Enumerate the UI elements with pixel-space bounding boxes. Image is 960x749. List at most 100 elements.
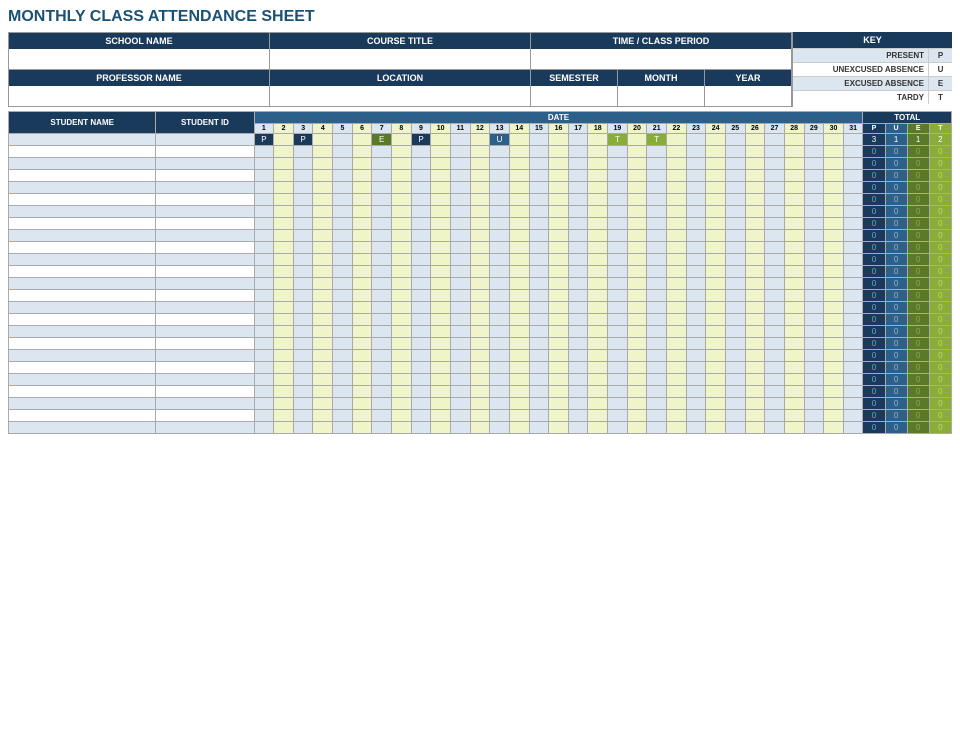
date-cell-25[interactable]	[725, 194, 745, 206]
date-cell-6[interactable]	[352, 146, 372, 158]
student-id-cell[interactable]	[156, 146, 254, 158]
date-cell-20[interactable]	[627, 386, 647, 398]
date-cell-14[interactable]	[509, 146, 529, 158]
date-cell-5[interactable]	[333, 146, 353, 158]
date-cell-12[interactable]	[470, 134, 490, 146]
date-cell-24[interactable]	[706, 218, 726, 230]
date-cell-15[interactable]	[529, 206, 549, 218]
date-cell-21[interactable]	[647, 194, 667, 206]
date-cell-15[interactable]	[529, 134, 549, 146]
date-cell-24[interactable]	[706, 422, 726, 434]
date-cell-7[interactable]	[372, 254, 392, 266]
date-cell-10[interactable]	[431, 158, 451, 170]
date-cell-6[interactable]	[352, 230, 372, 242]
date-cell-4[interactable]	[313, 158, 333, 170]
date-cell-9[interactable]	[411, 302, 431, 314]
date-cell-10[interactable]	[431, 146, 451, 158]
date-cell-27[interactable]	[765, 350, 785, 362]
date-cell-8[interactable]	[392, 182, 412, 194]
date-cell-21[interactable]	[647, 326, 667, 338]
date-cell-30[interactable]	[824, 338, 844, 350]
date-cell-13[interactable]	[490, 350, 510, 362]
date-cell-29[interactable]	[804, 314, 824, 326]
date-cell-9[interactable]	[411, 374, 431, 386]
date-cell-20[interactable]	[627, 242, 647, 254]
date-cell-18[interactable]	[588, 182, 608, 194]
date-cell-5[interactable]	[333, 314, 353, 326]
date-cell-30[interactable]	[824, 242, 844, 254]
date-cell-19[interactable]	[608, 350, 628, 362]
date-cell-30[interactable]	[824, 158, 844, 170]
date-cell-15[interactable]	[529, 158, 549, 170]
date-cell-3[interactable]	[293, 422, 313, 434]
date-cell-12[interactable]	[470, 206, 490, 218]
date-cell-22[interactable]	[667, 326, 687, 338]
date-cell-2[interactable]	[274, 422, 294, 434]
date-cell-14[interactable]	[509, 242, 529, 254]
date-cell-25[interactable]	[725, 290, 745, 302]
date-cell-11[interactable]	[450, 230, 470, 242]
date-cell-12[interactable]	[470, 194, 490, 206]
date-cell-21[interactable]: T	[647, 134, 667, 146]
date-cell-8[interactable]	[392, 290, 412, 302]
date-cell-25[interactable]	[725, 134, 745, 146]
date-cell-19[interactable]	[608, 326, 628, 338]
date-cell-9[interactable]	[411, 290, 431, 302]
time-class-value[interactable]	[531, 49, 791, 69]
student-id-cell[interactable]	[156, 230, 254, 242]
date-cell-22[interactable]	[667, 290, 687, 302]
date-cell-20[interactable]	[627, 266, 647, 278]
date-cell-13[interactable]	[490, 398, 510, 410]
date-cell-30[interactable]	[824, 230, 844, 242]
date-cell-14[interactable]	[509, 170, 529, 182]
date-cell-23[interactable]	[686, 326, 706, 338]
date-cell-31[interactable]	[843, 146, 863, 158]
date-cell-4[interactable]	[313, 170, 333, 182]
date-cell-30[interactable]	[824, 398, 844, 410]
date-cell-15[interactable]	[529, 254, 549, 266]
student-name-cell[interactable]	[9, 158, 156, 170]
date-cell-21[interactable]	[647, 374, 667, 386]
date-cell-29[interactable]	[804, 422, 824, 434]
date-cell-24[interactable]	[706, 278, 726, 290]
date-cell-16[interactable]	[549, 278, 569, 290]
date-cell-10[interactable]	[431, 362, 451, 374]
date-cell-1[interactable]	[254, 218, 274, 230]
date-cell-3[interactable]	[293, 326, 313, 338]
date-cell-17[interactable]	[568, 230, 588, 242]
date-cell-20[interactable]	[627, 182, 647, 194]
date-cell-11[interactable]	[450, 194, 470, 206]
date-cell-18[interactable]	[588, 290, 608, 302]
date-cell-8[interactable]	[392, 326, 412, 338]
date-cell-22[interactable]	[667, 362, 687, 374]
date-cell-23[interactable]	[686, 410, 706, 422]
date-cell-24[interactable]	[706, 314, 726, 326]
date-cell-1[interactable]	[254, 290, 274, 302]
date-cell-9[interactable]	[411, 194, 431, 206]
student-name-cell[interactable]	[9, 254, 156, 266]
date-cell-11[interactable]	[450, 158, 470, 170]
date-cell-21[interactable]	[647, 254, 667, 266]
date-cell-10[interactable]	[431, 206, 451, 218]
date-cell-10[interactable]	[431, 278, 451, 290]
date-cell-24[interactable]	[706, 194, 726, 206]
date-cell-15[interactable]	[529, 386, 549, 398]
date-cell-25[interactable]	[725, 254, 745, 266]
date-cell-23[interactable]	[686, 182, 706, 194]
date-cell-25[interactable]	[725, 242, 745, 254]
student-name-cell[interactable]	[9, 422, 156, 434]
date-cell-14[interactable]	[509, 398, 529, 410]
date-cell-13[interactable]	[490, 314, 510, 326]
date-cell-12[interactable]	[470, 242, 490, 254]
date-cell-18[interactable]	[588, 302, 608, 314]
date-cell-2[interactable]	[274, 254, 294, 266]
date-cell-26[interactable]	[745, 362, 765, 374]
date-cell-26[interactable]	[745, 230, 765, 242]
student-id-cell[interactable]	[156, 410, 254, 422]
date-cell-21[interactable]	[647, 206, 667, 218]
date-cell-16[interactable]	[549, 266, 569, 278]
date-cell-26[interactable]	[745, 326, 765, 338]
date-cell-17[interactable]	[568, 206, 588, 218]
date-cell-12[interactable]	[470, 410, 490, 422]
date-cell-17[interactable]	[568, 158, 588, 170]
